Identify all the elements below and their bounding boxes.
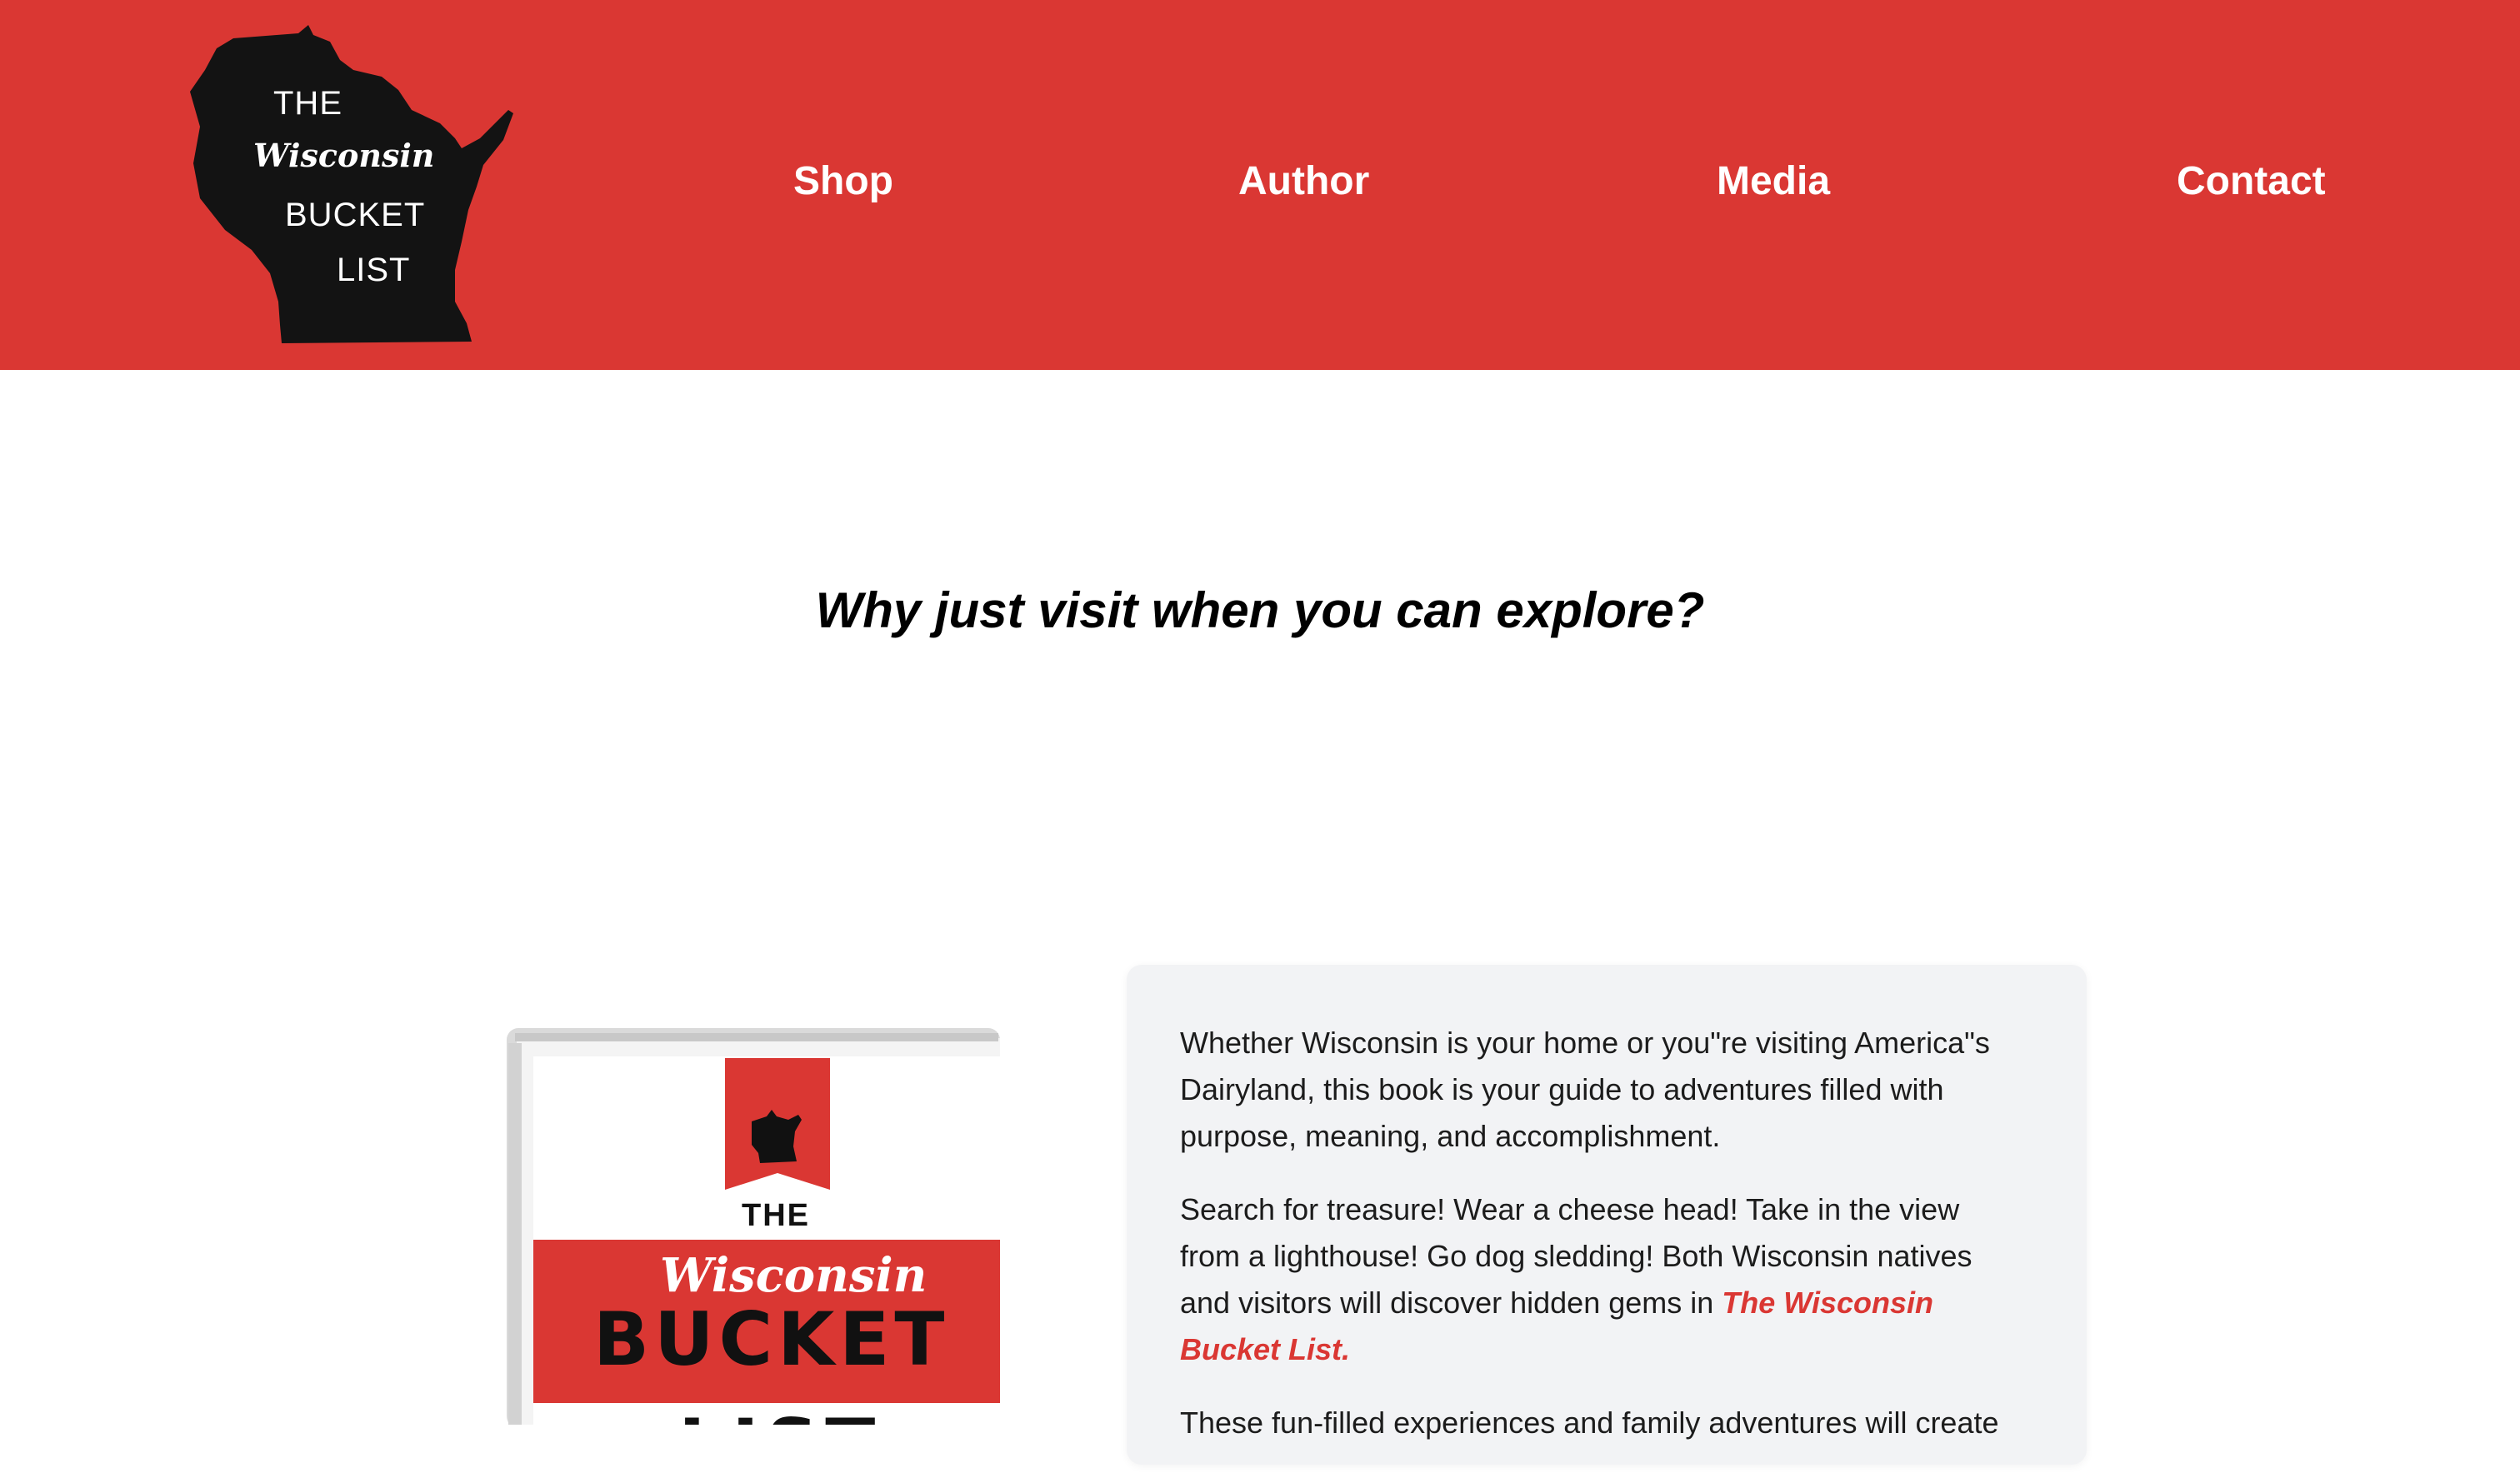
- description-text: Whether Wisconsin is your home or you"re…: [1180, 1020, 2013, 1473]
- book-line-bucket: BUCKET: [593, 1296, 950, 1382]
- wisconsin-map-icon: [190, 25, 513, 343]
- book-line-list: LIST: [678, 1403, 882, 1425]
- site-logo[interactable]: THE Wisconsin BUCKET LIST: [190, 23, 515, 345]
- book-line-wisconsin: Wisconsin: [660, 1248, 928, 1303]
- nav-author[interactable]: Author: [1238, 157, 1369, 207]
- description-paragraph-2: Search for treasure! Wear a cheese head!…: [1180, 1186, 2013, 1373]
- description-paragraph-3: These fun-filled experiences and family …: [1180, 1406, 1999, 1440]
- nav-media[interactable]: Media: [1717, 157, 1830, 207]
- site-header: THE Wisconsin BUCKET LIST Shop Author Me…: [0, 0, 2520, 370]
- logo-line-wisconsin: Wisconsin: [253, 137, 435, 174]
- hero-tagline: Why just visit when you can explore?: [815, 582, 1705, 638]
- logo-line-the: THE: [273, 85, 342, 122]
- book-line-the: THE: [742, 1198, 810, 1233]
- description-paragraph-1: Whether Wisconsin is your home or you"re…: [1180, 1026, 1990, 1153]
- nav-shop[interactable]: Shop: [793, 157, 893, 207]
- book-cover-image[interactable]: THE Wisconsin BUCKET LIST: [505, 1023, 1002, 1425]
- nav-contact[interactable]: Contact: [2177, 157, 2326, 207]
- logo-line-bucket: BUCKET: [285, 197, 426, 233]
- logo-line-list: LIST: [337, 252, 411, 288]
- description-card: Whether Wisconsin is your home or you"re…: [1127, 965, 2087, 1465]
